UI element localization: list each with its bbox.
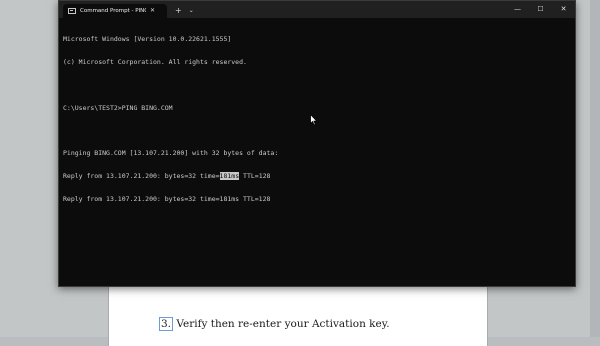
window-controls: — ☐ ✕	[506, 1, 575, 18]
tab-close-icon[interactable]: ✕	[150, 8, 155, 14]
console-line: C:\Users\TEST2>PING BING.COM	[63, 103, 173, 112]
tab-label: Command Prompt - PING BIN	[80, 8, 146, 14]
minimize-icon[interactable]: —	[506, 6, 529, 13]
background-window-edge	[590, 0, 600, 337]
maximize-icon[interactable]: ☐	[529, 6, 552, 13]
console-line: (c) Microsoft Corporation. All rights re…	[63, 57, 247, 66]
terminal-icon	[68, 8, 76, 14]
console-line-selected: Reply from 13.107.21.200: bytes=32 time=…	[63, 171, 571, 181]
console-line: Microsoft Windows [Version 10.0.22621.15…	[63, 35, 232, 44]
console-text: Reply from 13.107.21.200: bytes=32 time=	[63, 171, 220, 180]
command-prompt-window[interactable]: Command Prompt - PING BIN ✕ + ⌄ — ☐ ✕ Mi…	[58, 0, 576, 287]
close-icon[interactable]: ✕	[552, 6, 575, 13]
document-page: 3. Verify then re-enter your Activation …	[108, 286, 488, 346]
title-bar[interactable]: Command Prompt - PING BIN ✕ + ⌄ — ☐ ✕	[59, 1, 575, 18]
step-text: Verify then re-enter your Activation key…	[173, 318, 390, 330]
console-line: Reply from 13.107.21.200: bytes=32 time=…	[63, 194, 271, 203]
new-tab-button[interactable]: +	[175, 7, 182, 15]
step-number[interactable]: 3.	[159, 317, 174, 331]
console-text: TTL=128	[239, 171, 271, 180]
document-step: 3. Verify then re-enter your Activation …	[159, 317, 390, 331]
console-line: Pinging BING.COM [13.107.21.200] with 32…	[63, 149, 279, 158]
tab-dropdown-icon[interactable]: ⌄	[189, 8, 194, 14]
tab-command-prompt[interactable]: Command Prompt - PING BIN ✕	[63, 4, 167, 18]
text-selection[interactable]: 181ms	[219, 171, 240, 180]
